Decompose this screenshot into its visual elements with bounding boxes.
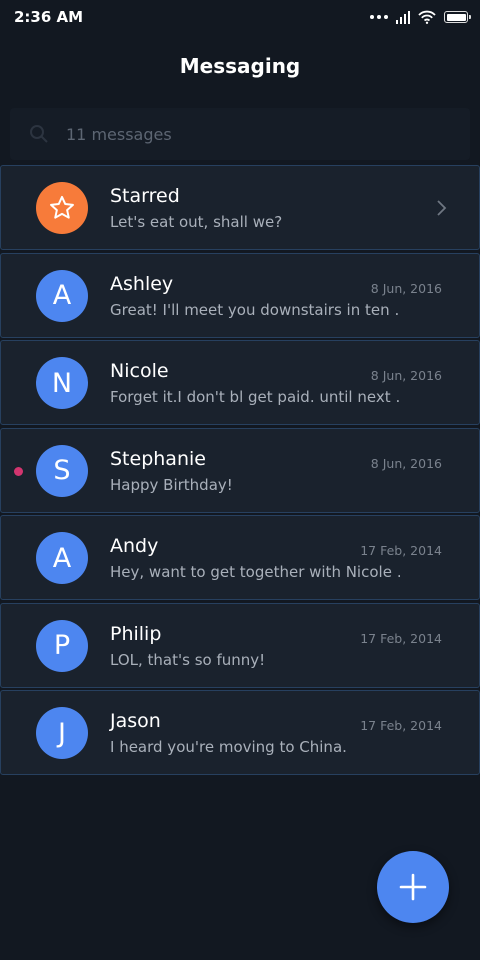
message-date: 17 Feb, 2014 xyxy=(360,543,442,558)
star-icon xyxy=(50,195,74,219)
contact-name: Starred xyxy=(110,185,180,207)
status-time: 2:36 AM xyxy=(14,8,84,26)
conversation-row[interactable]: J Jason 17 Feb, 2014 I heard you're movi… xyxy=(0,690,480,775)
conversation-row[interactable]: A Andy 17 Feb, 2014 Hey, want to get tog… xyxy=(0,515,480,600)
battery-icon xyxy=(444,11,471,23)
contact-name: Andy xyxy=(110,535,159,557)
message-date: 8 Jun, 2016 xyxy=(370,280,442,296)
signal-icon xyxy=(396,10,410,24)
plus-icon xyxy=(399,873,427,901)
new-message-button[interactable] xyxy=(377,851,449,923)
message-preview: Let's eat out, shall we? xyxy=(110,213,283,231)
search-icon xyxy=(28,123,50,145)
avatar: N xyxy=(36,357,88,409)
conversation-row[interactable]: S Stephanie 8 Jun, 2016 Happy Birthday! xyxy=(0,427,480,513)
avatar: P xyxy=(36,619,88,672)
page-title: Messaging xyxy=(179,54,301,78)
chevron-right-icon xyxy=(437,200,447,216)
avatar xyxy=(36,182,88,234)
wifi-icon xyxy=(418,10,436,24)
search-bar[interactable]: 11 messages xyxy=(10,108,470,160)
message-date: 8 Jun, 2016 xyxy=(370,455,442,471)
conversation-row-starred[interactable]: Starred Let's eat out, shall we? xyxy=(0,165,480,250)
message-preview: Great! I'll meet you downstairs in ten … xyxy=(110,300,400,319)
message-preview: Happy Birthday! xyxy=(110,475,233,494)
conversation-row[interactable]: N Nicole 8 Jun, 2016 Forget it.I don't b… xyxy=(0,340,480,425)
message-preview: I heard you're moving to China. xyxy=(110,738,347,756)
contact-name: Stephanie xyxy=(110,447,206,470)
contact-name: Nicole xyxy=(110,360,169,382)
avatar: A xyxy=(36,269,88,322)
search-input[interactable]: 11 messages xyxy=(66,125,172,144)
message-date: 8 Jun, 2016 xyxy=(370,368,442,383)
more-dots-icon xyxy=(370,15,388,19)
contact-name: Jason xyxy=(110,710,161,732)
avatar: S xyxy=(36,444,88,497)
message-date: 17 Feb, 2014 xyxy=(360,718,442,733)
contact-name: Ashley xyxy=(110,272,174,295)
messaging-screen: 2:36 AM Messaging 11 messages Starred Le… xyxy=(0,0,480,960)
conversation-row[interactable]: P Philip 17 Feb, 2014 LOL, that's so fun… xyxy=(0,602,480,688)
avatar: A xyxy=(36,532,88,584)
message-preview: LOL, that's so funny! xyxy=(110,650,266,669)
message-preview: Forget it.I don't bl get paid. until nex… xyxy=(110,388,400,406)
status-icons xyxy=(370,10,471,24)
conversation-row[interactable]: A Ashley 8 Jun, 2016 Great! I'll meet yo… xyxy=(0,252,480,338)
avatar: J xyxy=(36,707,88,759)
message-preview: Hey, want to get together with Nicole … xyxy=(110,563,400,581)
contact-name: Philip xyxy=(110,622,162,645)
status-bar: 2:36 AM xyxy=(0,0,480,34)
unread-indicator xyxy=(14,466,23,476)
conversation-list: Starred Let's eat out, shall we? A Ashle… xyxy=(0,165,480,778)
message-date: 17 Feb, 2014 xyxy=(360,630,442,646)
